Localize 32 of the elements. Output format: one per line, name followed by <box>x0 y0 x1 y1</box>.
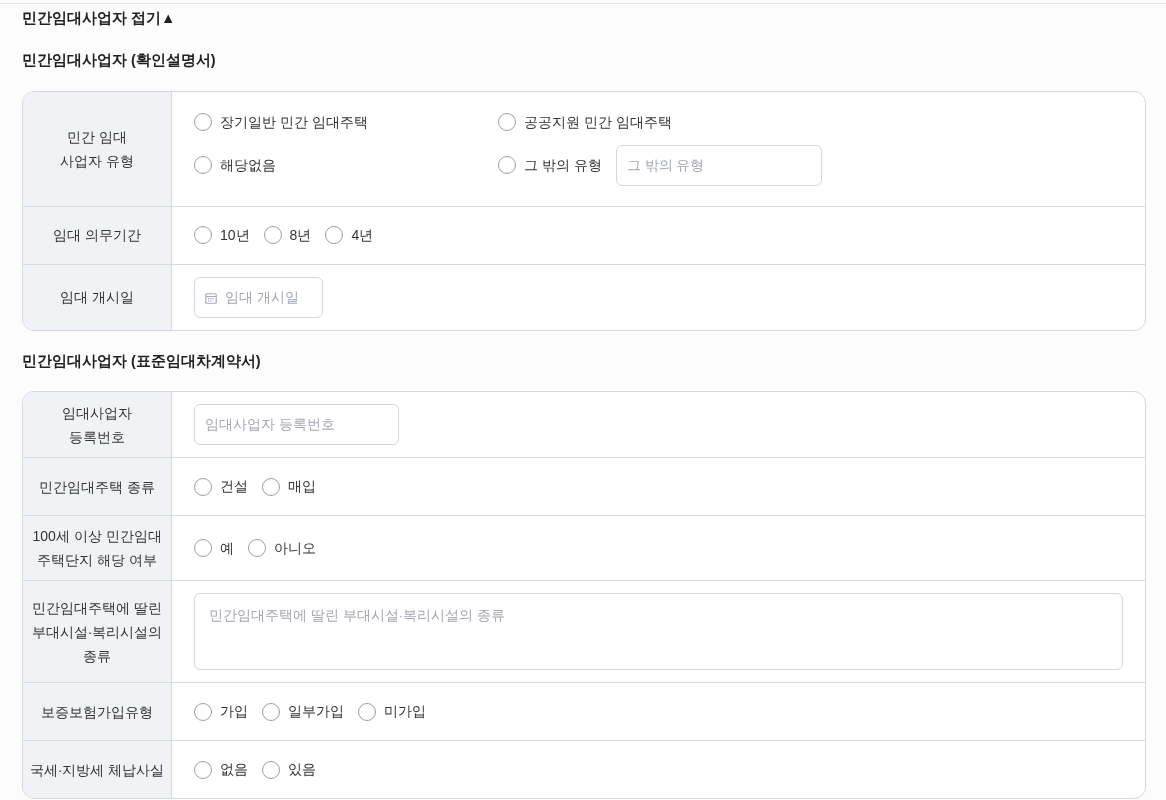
date-field[interactable]: 임대 개시일 <box>194 276 323 318</box>
radio-label[interactable]: 미가입 <box>384 701 426 723</box>
radio-label[interactable]: 해당없음 <box>220 154 276 176</box>
radio-label[interactable]: 8년 <box>289 224 312 246</box>
radio-label[interactable]: 매입 <box>288 476 316 498</box>
field-label: 임대 의무기간 <box>53 226 141 245</box>
field-label: 민간임대주택에 딸린 부대시설·복리시설의 종류 <box>31 598 163 666</box>
field-label: 민간임대주택 종류 <box>39 477 155 497</box>
radio-label[interactable]: 아니오 <box>274 537 316 559</box>
text-area[interactable]: 민간임대주택에 딸린 부대시설·복리시설의 종류 <box>194 593 1123 671</box>
radio-label[interactable]: 있음 <box>288 759 316 781</box>
collapse-toggle[interactable]: 민간임대사업자 접기▲ <box>22 8 176 30</box>
radio-label[interactable]: 10년 <box>220 224 250 246</box>
field-label: 민간 임대 사업자 유형 <box>60 127 134 171</box>
radio-label[interactable]: 그 밖의 유형 <box>524 154 602 176</box>
radio-label[interactable]: 없음 <box>220 759 248 781</box>
field-label: 100세 이상 민간임대 주택단지 해당 여부 <box>32 527 162 571</box>
field-label: 국세·지방세 체납사실 <box>29 760 165 780</box>
text-input-field[interactable]: 임대사업자 등록번호 <box>194 404 399 446</box>
radio-label[interactable]: 건설 <box>220 476 248 498</box>
section-title: 민간임대사업자 (확인설명서) <box>22 50 217 70</box>
field-label: 임대 개시일 <box>60 288 134 307</box>
section-title: 민간임대사업자 (표준임대차계약서) <box>22 351 262 371</box>
radio-label[interactable]: 공공지원 민간 임대주택 <box>524 111 672 133</box>
radio-label[interactable]: 4년 <box>351 224 374 246</box>
radio-label[interactable]: 일부가입 <box>288 701 344 723</box>
radio-label[interactable]: 장기일반 민간 임대주택 <box>220 111 368 133</box>
text-input-field[interactable]: 그 밖의 유형 <box>615 144 822 186</box>
radio-label[interactable]: 예 <box>220 537 234 559</box>
radio-label[interactable]: 가입 <box>220 701 248 723</box>
field-label: 보증보험가입유형 <box>41 702 153 722</box>
field-label: 임대사업자 등록번호 <box>62 403 132 447</box>
